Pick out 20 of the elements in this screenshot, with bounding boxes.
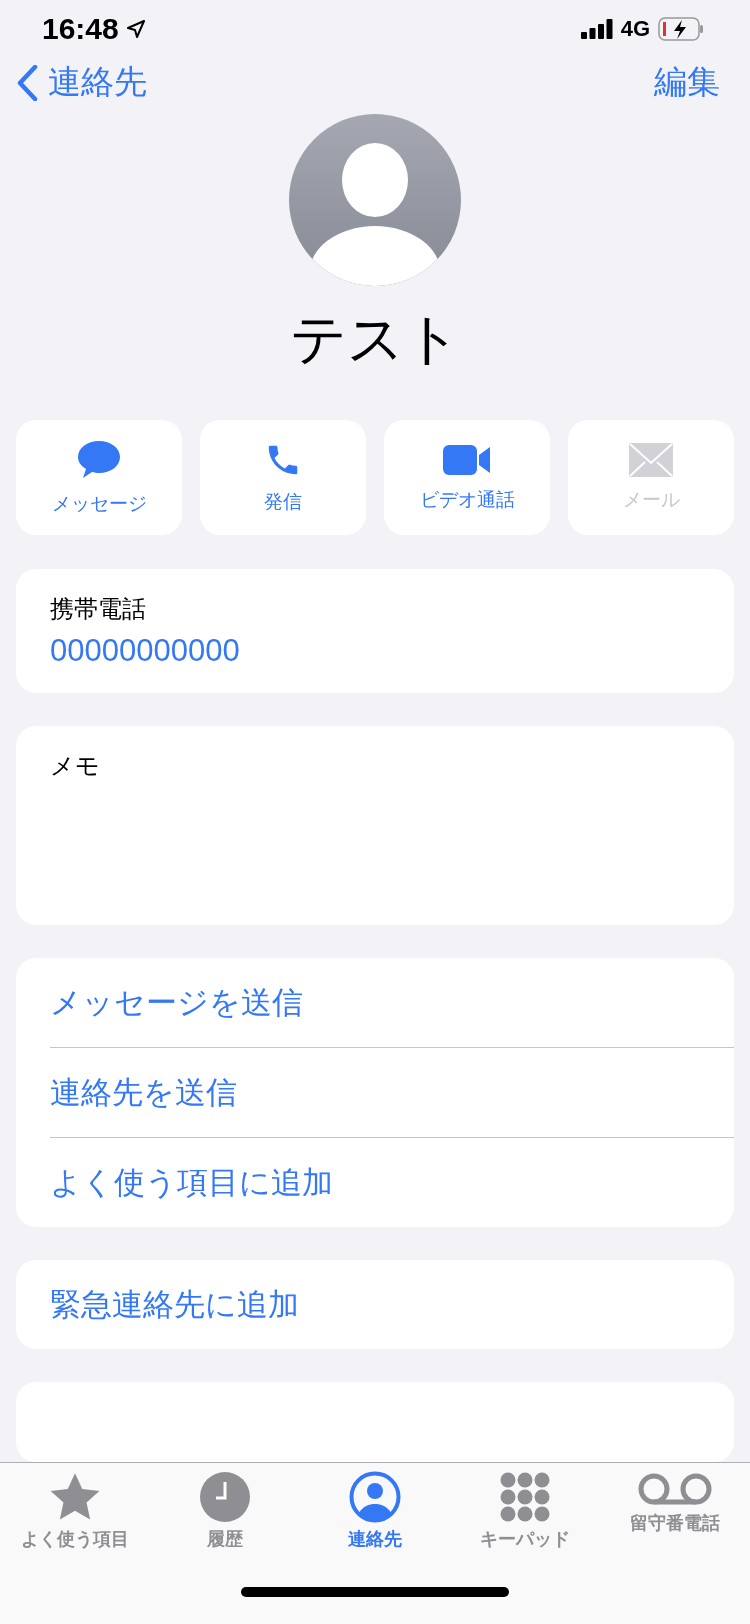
contact-name: テスト xyxy=(288,306,462,372)
tab[interactable]: 連絡先 xyxy=(305,1471,445,1551)
action-link[interactable]: よく使う項目に追加 xyxy=(50,1137,734,1227)
action-button[interactable]: 発信 xyxy=(200,420,366,535)
action-link[interactable]: メッセージを送信 xyxy=(50,958,734,1047)
phone-label: 携帯電話 xyxy=(50,594,147,624)
status-time: 16:48 xyxy=(42,11,119,46)
network-label: 4G xyxy=(620,15,650,42)
tab[interactable]: キーパッド xyxy=(455,1471,595,1551)
action-link[interactable]: 緊急連絡先に追加 xyxy=(50,1260,734,1349)
memo-label: メモ xyxy=(50,751,101,781)
action-link[interactable]: 連絡先を送信 xyxy=(50,1047,734,1137)
edit-button[interactable]: 編集 xyxy=(654,60,720,106)
back-button[interactable]: 連絡先 xyxy=(16,60,147,106)
tab[interactable]: よく使う項目 xyxy=(5,1471,145,1551)
tab[interactable]: 履歴 xyxy=(155,1471,295,1551)
tab[interactable]: 留守番電話 xyxy=(605,1471,745,1551)
action-button[interactable]: メッセージ xyxy=(16,420,182,535)
phone-number-link[interactable]: 00000000000 xyxy=(50,633,700,669)
action-button[interactable]: ビデオ通話 xyxy=(384,420,550,535)
